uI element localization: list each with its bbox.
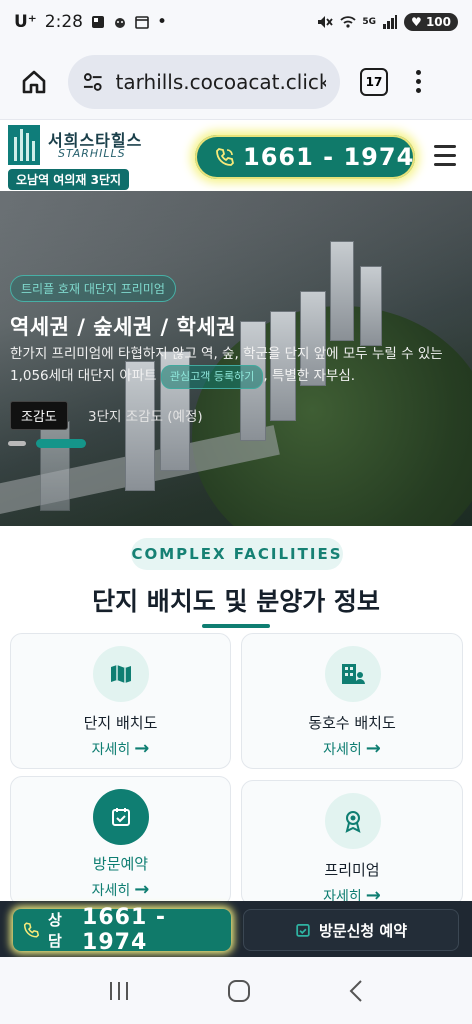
detail-label: 자세히	[91, 883, 131, 899]
card-detail-link[interactable]: 자세히 →	[242, 738, 462, 759]
mute-icon	[318, 16, 334, 28]
card-visit-booking[interactable]: 방문예약 자세히 →	[10, 776, 231, 906]
slide-dot[interactable]	[8, 441, 26, 446]
site-header: 서희스타힐스 STARHILLS 오남역 여의재 3단지 1661 - 1974	[0, 121, 472, 191]
status-bar: U⁺ 2:28 • 5G ♥ 100	[0, 0, 472, 44]
card-title: 방문예약	[92, 855, 149, 873]
hero-tag: 트리플 호재 대단지 프리미엄	[10, 275, 176, 302]
tab-switcher-button[interactable]: 17	[360, 67, 388, 96]
logo-badge: 오남역 여의재 3단지	[8, 169, 130, 190]
building-graphic	[330, 241, 354, 341]
calendar-check-icon	[93, 789, 149, 845]
arrow-right-icon: →	[134, 738, 150, 759]
building-person-icon	[325, 646, 381, 702]
card-site-plan[interactable]: 단지 배치도 자세히 →	[10, 633, 231, 769]
home-button[interactable]	[14, 62, 54, 102]
map-icon	[93, 646, 149, 702]
header-call-button[interactable]: 1661 - 1974	[195, 135, 415, 179]
site-settings-icon[interactable]	[82, 71, 104, 93]
arrow-right-icon: →	[134, 879, 150, 900]
battery-indicator: ♥ 100	[404, 13, 458, 31]
hero-desc-tail: , 특별한 자부심.	[263, 368, 356, 384]
home-nav-icon[interactable]	[226, 978, 252, 1004]
header-phone-number: 1661 - 1974	[243, 143, 415, 171]
card-title: 단지 배치도	[83, 714, 158, 732]
consult-phone-number: 1661 - 1974	[82, 905, 167, 955]
calendar-check-icon	[296, 924, 310, 937]
url-text[interactable]: tarhills.cocoacat.click	[116, 70, 326, 94]
card-title: 동호수 배치도	[308, 714, 396, 732]
card-detail-link[interactable]: 자세히 →	[11, 879, 230, 900]
interest-register-chip[interactable]: 관심고객 등록하기	[160, 365, 264, 389]
card-detail-link[interactable]: 자세히 →	[11, 738, 230, 759]
aerial-view-button[interactable]: 조감도	[10, 401, 68, 430]
card-title: 프리미엄	[324, 861, 380, 879]
building-graphic	[40, 421, 70, 511]
section-title: 단지 배치도 및 분양가 정보	[92, 587, 380, 616]
hero-title: 역세권 / 숲세권 / 학세권	[10, 315, 236, 339]
clock: 2:28	[44, 12, 83, 32]
slide-dot-active[interactable]	[36, 439, 86, 448]
detail-label: 자세히	[91, 742, 131, 758]
hero-banner[interactable]: 트리플 호재 대단지 프리미엄 역세권 / 숲세권 / 학세권 한가지 프리미엄…	[0, 191, 472, 526]
phone-icon	[23, 922, 40, 938]
aerial-view-caption: 3단지 조감도 (예정)	[88, 409, 203, 425]
card-premium[interactable]: 프리미엄 자세히 →	[241, 780, 463, 906]
section-underline	[202, 624, 270, 628]
visit-booking-button[interactable]: 방문신청 예약	[243, 909, 459, 951]
award-icon	[325, 793, 381, 849]
wifi-icon	[340, 16, 356, 28]
system-navigation-bar	[0, 957, 472, 1024]
card-unit-plan[interactable]: 동호수 배치도 자세히 →	[241, 633, 463, 769]
more-notifications-dot: •	[156, 12, 167, 32]
android-icon	[114, 18, 125, 28]
notification-app-icon	[91, 16, 104, 28]
network-type: 5G	[362, 17, 376, 27]
calendar-notification-icon	[135, 16, 149, 29]
back-icon[interactable]	[347, 979, 365, 1003]
consult-call-button[interactable]: 상담 1661 - 1974	[13, 905, 231, 955]
consult-label: 상담	[47, 911, 62, 950]
detail-label: 자세히	[323, 742, 362, 758]
logo-english[interactable]: STARHILLS	[58, 147, 126, 160]
bottom-action-bar: 상담 1661 - 1974 방문신청 예약	[0, 901, 472, 957]
browser-menu-icon[interactable]	[416, 70, 421, 93]
recent-apps-icon[interactable]	[107, 980, 131, 1002]
hero-description: 한가지 프리미엄에 타협하지 않고 역, 숲, 학군을 단지 앞에 모두 누릴 …	[10, 343, 462, 389]
section-badge: COMPLEX FACILITIES	[131, 538, 343, 570]
arrow-right-icon: →	[365, 738, 381, 759]
signal-icon	[383, 15, 397, 29]
phone-icon	[216, 148, 234, 166]
browser-toolbar: tarhills.cocoacat.click 17	[0, 44, 472, 120]
carrier-label: U⁺	[14, 12, 37, 32]
menu-icon[interactable]	[434, 145, 456, 166]
visit-booking-label: 방문신청 예약	[318, 921, 408, 940]
building-graphic	[360, 266, 382, 346]
logo-icon[interactable]	[8, 125, 40, 165]
battery-level: 100	[425, 15, 451, 29]
home-icon	[22, 70, 46, 93]
address-bar[interactable]: tarhills.cocoacat.click	[68, 54, 340, 109]
